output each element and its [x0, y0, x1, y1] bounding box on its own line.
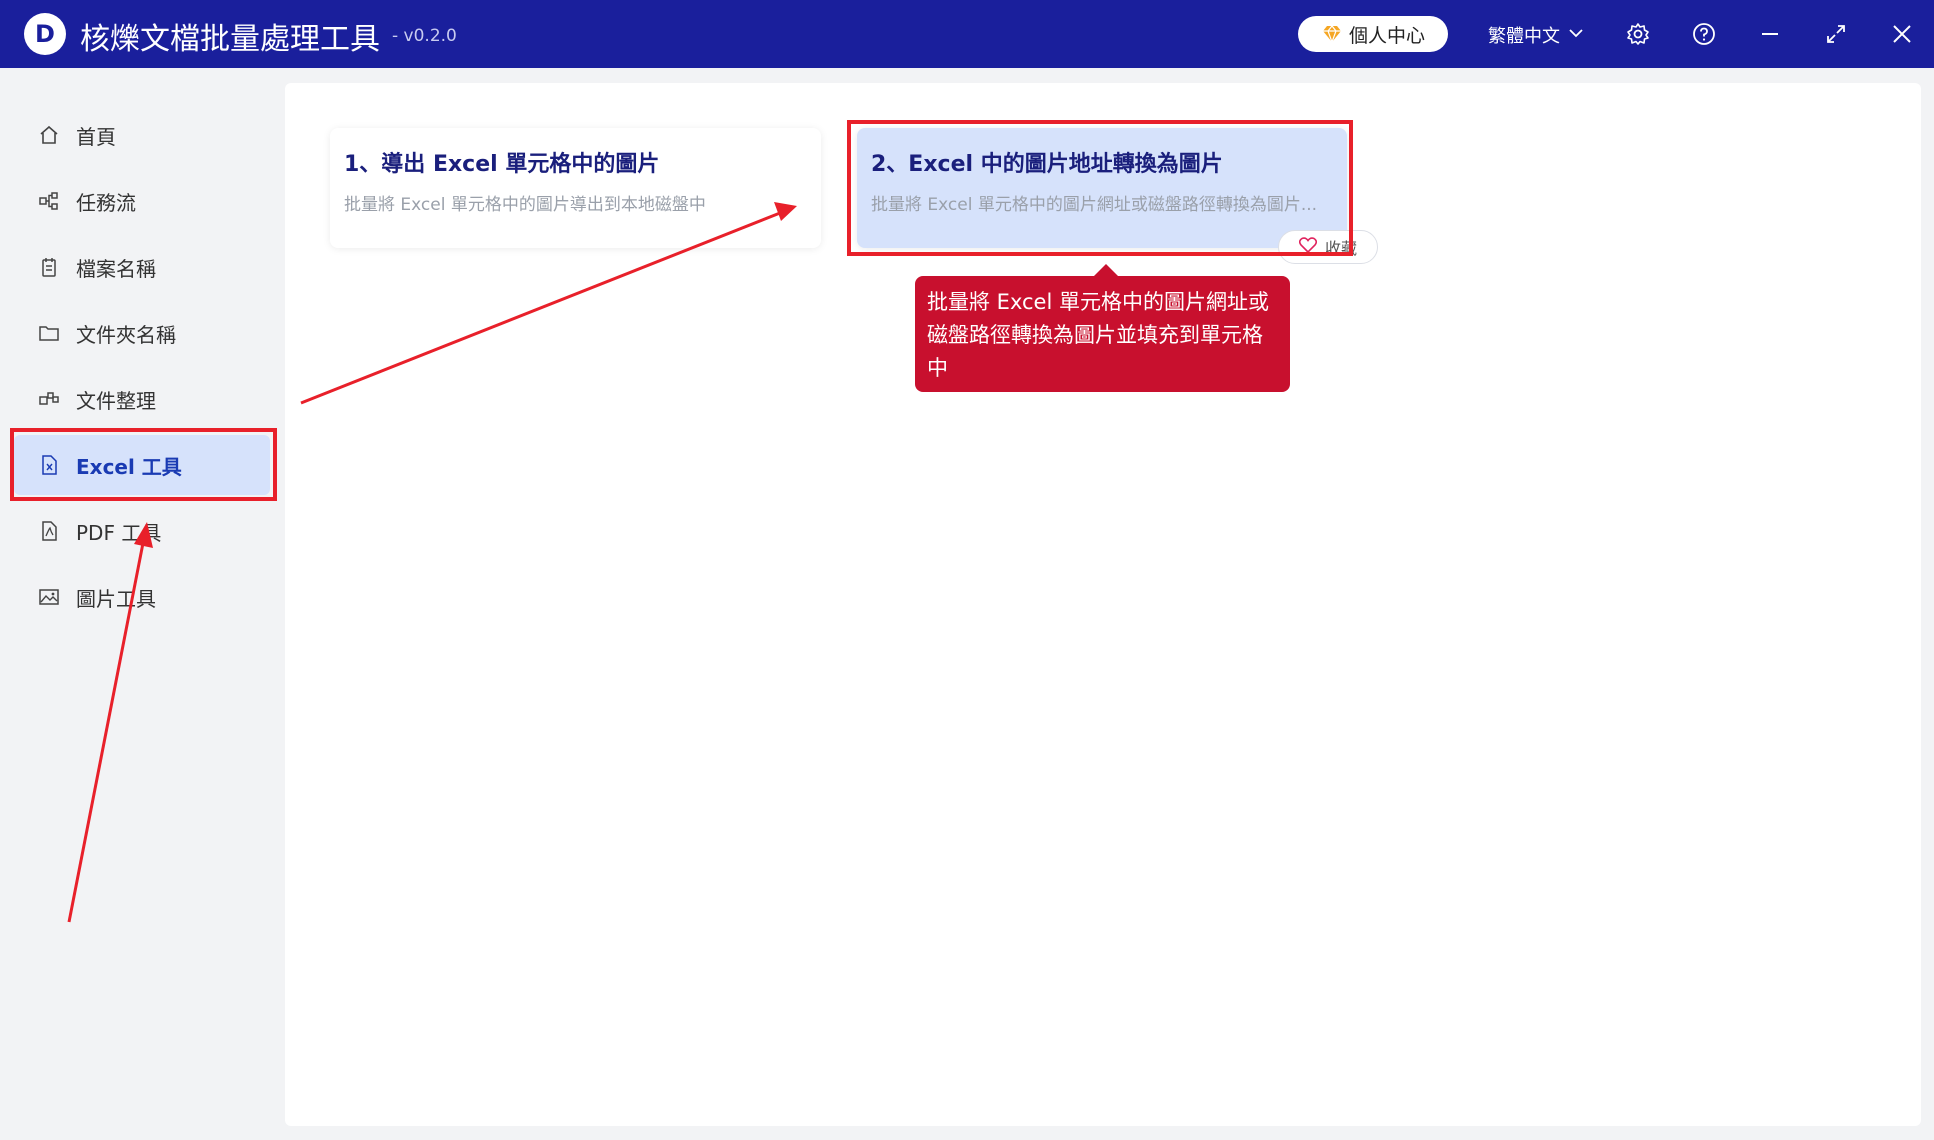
organize-icon — [38, 388, 60, 410]
card-title: 1、導出 Excel 單元格中的圖片 — [344, 152, 660, 177]
close-icon[interactable] — [1888, 20, 1916, 48]
image-icon — [38, 586, 60, 608]
app-version: - v0.2.0 — [392, 26, 457, 46]
language-label: 繁體中文 — [1488, 26, 1560, 47]
sidebar-item-label: PDF 工具 — [76, 520, 162, 545]
logo-letter: D — [35, 20, 55, 48]
sidebar-item-label: 文件整理 — [76, 388, 156, 413]
maximize-icon[interactable] — [1822, 20, 1850, 48]
sidebar: 首頁 任務流 檔案名稱 文件夾名稱 文件整理 Excel 工具 PDF 工具 圖… — [0, 68, 276, 1140]
title-bar: D 核爍文檔批量處理工具 - v0.2.0 個人中心 繁體中文 — [0, 0, 1934, 68]
sidebar-item-organize[interactable]: 文件整理 — [14, 369, 270, 429]
card-description: 批量將 Excel 單元格中的圖片導出到本地磁盤中 — [344, 195, 706, 215]
folder-icon — [38, 322, 60, 344]
sidebar-item-label: 圖片工具 — [76, 586, 156, 611]
sidebar-item-home[interactable]: 首頁 — [14, 105, 270, 165]
pdf-icon — [38, 520, 60, 542]
user-center-label: 個人中心 — [1348, 24, 1425, 47]
sidebar-item-pdf-tools[interactable]: PDF 工具 — [14, 501, 270, 561]
workflow-icon — [38, 190, 60, 212]
language-selector[interactable]: 繁體中文 — [1488, 22, 1584, 48]
tooltip: 批量將 Excel 單元格中的圖片網址或磁盤路徑轉換為圖片並填充到單元格中 — [915, 276, 1290, 392]
sidebar-item-label: 文件夾名稱 — [76, 322, 176, 347]
minimize-icon[interactable] — [1756, 20, 1784, 48]
diamond-icon — [1321, 23, 1343, 45]
sidebar-item-label: 檔案名稱 — [76, 256, 156, 281]
sidebar-item-file-name[interactable]: 檔案名稱 — [14, 237, 270, 297]
gear-icon[interactable] — [1624, 20, 1652, 48]
sidebar-item-label: 任務流 — [76, 190, 136, 215]
user-center-button[interactable]: 個人中心 — [1298, 16, 1448, 52]
help-icon[interactable] — [1690, 20, 1718, 48]
tool-card-export-images[interactable]: 1、導出 Excel 單元格中的圖片 批量將 Excel 單元格中的圖片導出到本… — [330, 128, 821, 248]
annotation-highlight-card — [847, 120, 1353, 256]
app-logo: D — [24, 13, 66, 55]
sidebar-item-image-tools[interactable]: 圖片工具 — [14, 567, 270, 627]
app-title: 核爍文檔批量處理工具 — [80, 22, 380, 57]
sidebar-item-workflow[interactable]: 任務流 — [14, 171, 270, 231]
sidebar-item-label: 首頁 — [76, 124, 116, 149]
home-icon — [38, 124, 60, 146]
tooltip-arrow — [1094, 264, 1118, 276]
sidebar-item-folder-name[interactable]: 文件夾名稱 — [14, 303, 270, 363]
chevron-down-icon — [1568, 25, 1584, 46]
file-icon — [38, 256, 60, 278]
annotation-highlight-excel — [10, 428, 277, 501]
